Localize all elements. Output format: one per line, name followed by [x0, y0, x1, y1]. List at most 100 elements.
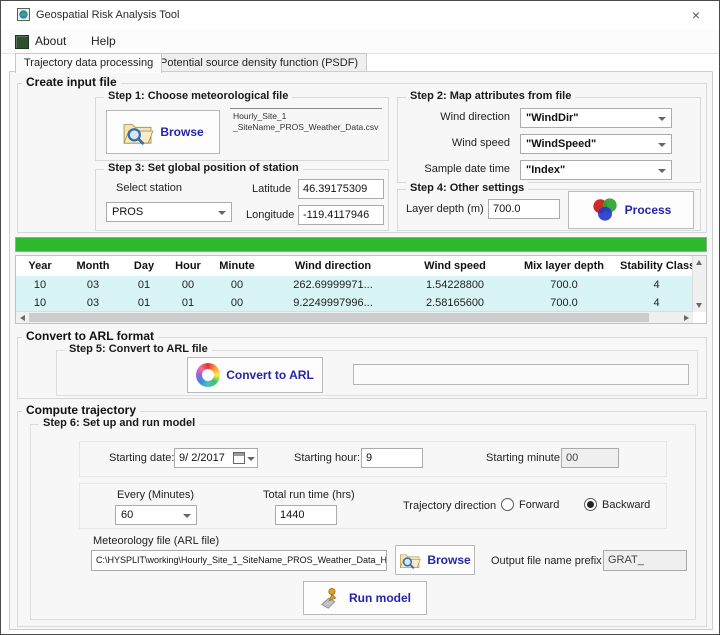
tab-trajectory-data-processing[interactable]: Trajectory data processing	[15, 53, 162, 73]
import-progress-bar	[15, 237, 707, 252]
scroll-up-icon[interactable]	[696, 260, 702, 265]
longitude-label: Longitude	[246, 209, 294, 221]
scroll-left-icon[interactable]	[20, 315, 25, 321]
cell: 10	[16, 294, 64, 312]
every-minutes-select[interactable]: 60	[115, 505, 197, 525]
runner-icon	[319, 586, 343, 610]
chevron-down-icon	[658, 117, 666, 121]
step3-group: Step 3: Set global position of station S…	[95, 169, 389, 231]
step5-group: Step 5: Convert to ARL file Convert to A…	[56, 350, 698, 396]
cell: 03	[64, 294, 122, 312]
window-title: Geospatial Risk Analysis Tool	[36, 9, 179, 21]
convert-arl-group: Convert to ARL format Step 5: Convert to…	[17, 337, 707, 399]
compute-trajectory-group: Compute trajectory Step 6: Set up and ru…	[17, 411, 707, 627]
convert-button-label: Convert to ARL	[226, 368, 314, 382]
layer-depth-label: Layer depth (m)	[406, 203, 484, 215]
title-bar: Geospatial Risk Analysis Tool ×	[1, 1, 719, 30]
scroll-down-icon[interactable]	[696, 303, 702, 308]
output-prefix-input[interactable]: GRAT_	[603, 550, 687, 571]
total-run-time-input[interactable]: 1440	[275, 505, 337, 525]
browse-arl-button[interactable]: Browse	[395, 545, 475, 575]
wind-direction-label: Wind direction	[440, 111, 510, 123]
col-header-day[interactable]: Day	[122, 256, 166, 276]
close-icon[interactable]: ×	[687, 7, 705, 23]
sample-date-time-select[interactable]: "Index"	[520, 160, 672, 180]
convert-arl-title: Convert to ARL format	[22, 329, 158, 343]
starting-hour-label: Starting hour:	[294, 452, 360, 464]
every-minutes-value: 60	[121, 509, 133, 521]
run-model-button[interactable]: Run model	[303, 581, 427, 615]
col-header-minute[interactable]: Minute	[210, 256, 264, 276]
table-header-row: Year Month Day Hour Minute Wind directio…	[16, 256, 693, 276]
every-minutes-label: Every (Minutes)	[117, 489, 194, 501]
col-header-wind-speed[interactable]: Wind speed	[402, 256, 508, 276]
backward-radio[interactable]: Backward	[584, 498, 650, 511]
tab-strip: Trajectory data processing Potential sou…	[9, 53, 711, 72]
table-row[interactable]: 10 03 01 00 00 262.69999971... 1.5422880…	[16, 276, 693, 294]
menu-item-about[interactable]: About	[31, 33, 70, 49]
starting-date-picker[interactable]: 9/ 2/2017	[174, 448, 258, 468]
menu-bar: About Help	[1, 29, 719, 54]
convert-to-arl-button[interactable]: Convert to ARL	[187, 357, 323, 393]
cell: 01	[122, 276, 166, 294]
forward-radio[interactable]: Forward	[501, 498, 559, 511]
cell: 9.2249997996...	[264, 294, 402, 312]
forward-radio-label: Forward	[519, 499, 559, 511]
file-name-line1: Hourly_Site_1	[233, 111, 379, 122]
cell: 700.0	[508, 276, 620, 294]
calendar-icon	[233, 452, 245, 464]
col-header-mix-layer-depth[interactable]: Mix layer depth	[508, 256, 620, 276]
process-button-label: Process	[625, 203, 672, 217]
cell: 00	[210, 276, 264, 294]
met-file-label: Meteorology file (ARL file)	[93, 535, 219, 547]
scrollbar-thumb[interactable]	[29, 313, 649, 322]
station-value: PROS	[112, 206, 143, 218]
convert-progress-bar	[353, 364, 689, 385]
wind-speed-select[interactable]: "WindSpeed"	[520, 134, 672, 154]
longitude-input[interactable]: -119.4117946	[298, 205, 384, 225]
col-header-month[interactable]: Month	[64, 256, 122, 276]
step4-group: Step 4: Other settings Layer depth (m) 7…	[397, 189, 701, 231]
starting-hour-input[interactable]: 9	[361, 448, 423, 468]
radio-selected-icon	[584, 498, 597, 511]
cell: 01	[122, 294, 166, 312]
wind-direction-select[interactable]: "WindDir"	[520, 108, 672, 128]
step2-group: Step 2: Map attributes from file Wind di…	[397, 97, 701, 183]
about-menu-icon	[15, 35, 29, 49]
layer-depth-input[interactable]: 700.0	[488, 199, 560, 219]
chevron-down-icon	[658, 169, 666, 173]
cell: 262.69999971...	[264, 276, 402, 294]
table-row[interactable]: 10 03 01 01 00 9.2249997996... 2.5816560…	[16, 294, 693, 312]
starting-minute-label: Starting minute:	[486, 452, 563, 464]
cell: 03	[64, 276, 122, 294]
weather-data-table: Year Month Day Hour Minute Wind directio…	[15, 255, 707, 324]
step3-title: Step 3: Set global position of station	[104, 162, 303, 174]
starting-minute-input[interactable]: 00	[561, 448, 619, 468]
step1-title: Step 1: Choose meteorological file	[104, 90, 292, 102]
cell: 2.58165600	[402, 294, 508, 312]
starting-date-label: Starting date:	[109, 452, 174, 464]
latitude-input[interactable]: 46.39175309	[298, 179, 384, 199]
process-button[interactable]: Process	[568, 191, 694, 229]
wind-direction-value: "WindDir"	[526, 112, 579, 124]
rainbow-ring-icon	[196, 363, 220, 387]
vertical-scrollbar[interactable]	[692, 256, 706, 312]
select-station-label: Select station	[116, 182, 182, 194]
col-header-stability-class[interactable]: Stability Class	[620, 256, 693, 276]
horizontal-scrollbar[interactable]	[16, 311, 693, 323]
station-select[interactable]: PROS	[106, 202, 232, 222]
met-file-path-input[interactable]: C:\HYSPLIT\working\Hourly_Site_1_SiteNam…	[91, 550, 387, 571]
step6-title: Step 6: Set up and run model	[39, 417, 199, 429]
menu-item-help[interactable]: Help	[87, 33, 120, 49]
latitude-label: Latitude	[252, 183, 291, 195]
scroll-right-icon[interactable]	[684, 315, 689, 321]
col-header-year[interactable]: Year	[16, 256, 64, 276]
tab-psdf[interactable]: Potential source density function (PSDF)	[151, 53, 367, 72]
trajectory-direction-label: Trajectory direction	[403, 500, 496, 512]
browse-met-file-button[interactable]: Browse	[106, 110, 220, 154]
col-header-wind-direction[interactable]: Wind direction	[264, 256, 402, 276]
folder-magnifier-icon	[122, 119, 154, 145]
cell: 1.54228800	[402, 276, 508, 294]
step1-group: Step 1: Choose meteorological file Brows…	[95, 97, 389, 161]
col-header-hour[interactable]: Hour	[166, 256, 210, 276]
